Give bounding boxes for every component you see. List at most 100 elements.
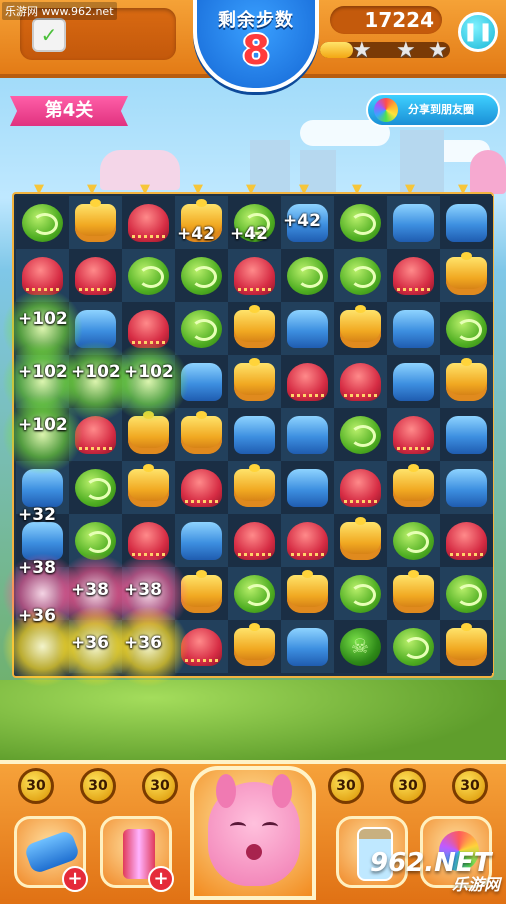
blue-candy[interactable] [234, 416, 275, 454]
green-candy[interactable] [128, 257, 169, 295]
green-candy[interactable] [75, 522, 116, 560]
yellow-candy[interactable] [128, 411, 169, 454]
board-cell[interactable] [228, 620, 281, 673]
red-candy[interactable] [75, 416, 116, 454]
yellow-candy[interactable] [340, 305, 381, 348]
red-candy[interactable] [181, 469, 222, 507]
pause-button[interactable]: ❚❚ [458, 12, 498, 52]
board-cell[interactable] [122, 514, 175, 567]
board-cell[interactable] [440, 249, 493, 302]
board-cell[interactable] [281, 514, 334, 567]
board-cell[interactable] [228, 302, 281, 355]
blue-candy[interactable] [22, 522, 63, 560]
board-cell[interactable] [281, 620, 334, 673]
add-booster-button[interactable]: + [62, 866, 88, 892]
board-cell[interactable] [175, 249, 228, 302]
board-cell[interactable] [387, 461, 440, 514]
board-cell[interactable] [387, 620, 440, 673]
blue-candy[interactable] [393, 310, 434, 348]
red-candy[interactable] [128, 522, 169, 560]
board-cell[interactable] [281, 355, 334, 408]
board-cell[interactable] [387, 408, 440, 461]
board-cell[interactable] [122, 302, 175, 355]
yellow-candy[interactable] [128, 464, 169, 507]
red-candy[interactable] [234, 522, 275, 560]
yellow-candy[interactable] [234, 623, 275, 666]
yellow-candy[interactable] [393, 464, 434, 507]
board-cell[interactable] [440, 461, 493, 514]
yellow-candy[interactable] [234, 464, 275, 507]
blue-candy[interactable] [287, 628, 328, 666]
green-candy[interactable] [393, 522, 434, 560]
board-cell[interactable] [334, 514, 387, 567]
share-to-moments-button[interactable]: 分享到朋友圈 [366, 93, 500, 127]
red-candy[interactable] [234, 257, 275, 295]
yellow-candy[interactable] [181, 411, 222, 454]
blue-candy[interactable] [287, 310, 328, 348]
board-cell[interactable] [175, 461, 228, 514]
board-cell[interactable] [16, 620, 69, 673]
board-cell[interactable] [175, 567, 228, 620]
red-candy[interactable] [340, 363, 381, 401]
board-cell[interactable] [387, 196, 440, 249]
yellow-candy[interactable] [446, 358, 487, 401]
board-cell[interactable] [387, 355, 440, 408]
board-cell[interactable] [69, 302, 122, 355]
board-cell[interactable] [440, 567, 493, 620]
board-cell[interactable] [228, 408, 281, 461]
yellow-candy[interactable] [75, 199, 116, 242]
red-candy[interactable] [340, 469, 381, 507]
red-candy[interactable] [128, 310, 169, 348]
board-cell[interactable] [281, 249, 334, 302]
blue-candy[interactable] [393, 363, 434, 401]
green-candy[interactable] [446, 575, 487, 613]
bomb-candy[interactable] [340, 628, 381, 666]
board-cell[interactable] [281, 302, 334, 355]
red-candy[interactable] [287, 363, 328, 401]
green-candy[interactable] [340, 416, 381, 454]
board-cell[interactable] [334, 302, 387, 355]
red-candy[interactable] [393, 416, 434, 454]
yellow-candy[interactable] [234, 305, 275, 348]
board-cell[interactable] [440, 355, 493, 408]
green-candy[interactable] [340, 204, 381, 242]
board-cell[interactable] [69, 249, 122, 302]
blue-candy[interactable] [287, 416, 328, 454]
board-cell[interactable] [228, 567, 281, 620]
board-cell[interactable] [228, 461, 281, 514]
green-candy[interactable] [287, 257, 328, 295]
board-cell[interactable] [281, 567, 334, 620]
blue-candy[interactable] [446, 204, 487, 242]
blue-candy[interactable] [22, 469, 63, 507]
board-cell[interactable] [16, 249, 69, 302]
yellow-candy[interactable] [446, 252, 487, 295]
red-candy[interactable] [181, 628, 222, 666]
board-cell[interactable] [334, 408, 387, 461]
green-candy[interactable] [234, 575, 275, 613]
yellow-candy[interactable] [446, 623, 487, 666]
board-cell[interactable] [387, 567, 440, 620]
board-cell[interactable] [334, 620, 387, 673]
green-candy[interactable] [340, 575, 381, 613]
yellow-candy[interactable] [340, 517, 381, 560]
green-candy[interactable] [181, 310, 222, 348]
game-board[interactable]: +42+42+42+102+102+102+102+102+32+38+38+3… [2, 192, 494, 687]
board-cell[interactable] [122, 196, 175, 249]
board-cell[interactable] [387, 302, 440, 355]
blue-candy[interactable] [446, 469, 487, 507]
blue-candy[interactable] [181, 363, 222, 401]
board-cell[interactable] [440, 196, 493, 249]
blue-candy[interactable] [75, 310, 116, 348]
board-cell[interactable] [334, 567, 387, 620]
board-cell[interactable] [440, 302, 493, 355]
board-cell[interactable] [16, 196, 69, 249]
red-candy[interactable] [393, 257, 434, 295]
red-candy[interactable] [446, 522, 487, 560]
green-candy[interactable] [446, 310, 487, 348]
board-cell[interactable] [440, 514, 493, 567]
red-candy[interactable] [287, 522, 328, 560]
board-cell[interactable] [334, 249, 387, 302]
board-cell[interactable] [440, 408, 493, 461]
board-cell[interactable] [122, 408, 175, 461]
board-cell[interactable] [175, 302, 228, 355]
